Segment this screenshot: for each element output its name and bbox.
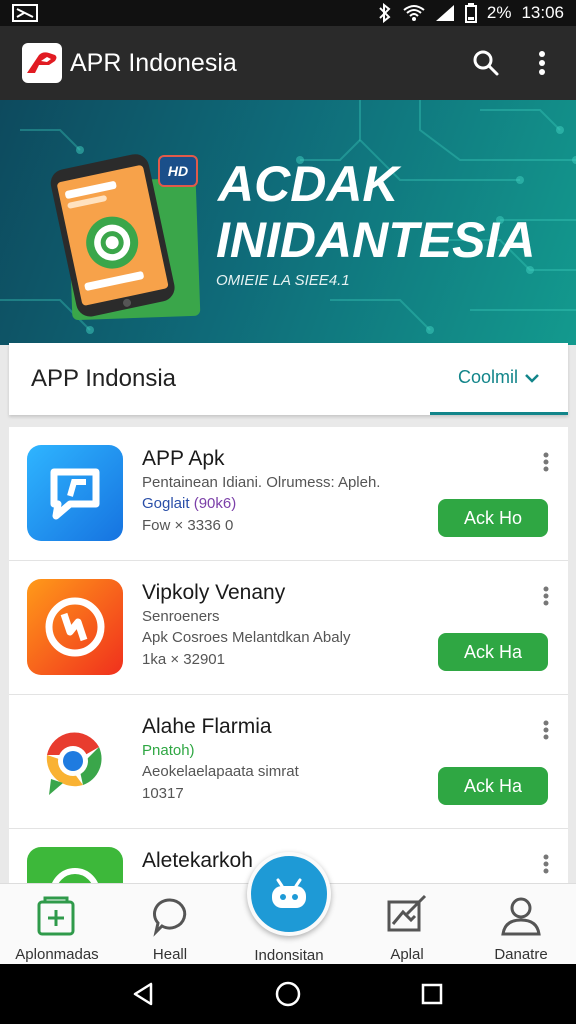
app-name: APP Apk [142, 447, 225, 470]
banner-title-line2: INIDANTESIA [216, 212, 536, 268]
app-bar: APR Indonesia [0, 26, 576, 100]
chat-bubble-logo-icon [52, 868, 98, 883]
item-menu-button[interactable] [536, 717, 556, 743]
system-navigation-bar [0, 964, 576, 1024]
nav-label: Heall [152, 946, 188, 963]
section-header: APP Indonsia Coolmil [9, 343, 568, 415]
screenshot-notification-icon [12, 4, 38, 22]
app-description: Pentainean Idiani. Olrumess: Apleh. [142, 474, 381, 491]
wifi-icon [403, 5, 425, 21]
item-menu-button[interactable] [536, 851, 556, 877]
app-list: APP Apk Pentainean Idiani. Olrumess: Apl… [9, 427, 568, 883]
nav-label-center: Indonsitan [254, 947, 324, 964]
bluetooth-icon [379, 3, 391, 23]
recents-button[interactable] [416, 978, 448, 1010]
app-name: Alahe Flarmia [142, 715, 272, 738]
more-vert-icon [543, 854, 549, 874]
banner-title: ACDAK INIDANTESIA [216, 156, 536, 268]
app-description: Aeokelaelapaata simrat [142, 763, 299, 780]
app-name: Vipkoly Venany [142, 581, 286, 604]
banner-title-line1: ACDAK [218, 156, 399, 212]
install-button[interactable]: Ack Ha [438, 767, 548, 805]
nav-item-edit[interactable]: Aplal [352, 884, 462, 965]
add-app-icon [35, 894, 79, 938]
nav-item-profile[interactable]: Danatre [466, 884, 576, 965]
search-button[interactable] [468, 45, 504, 81]
status-right: 2% 13:06 [377, 3, 564, 23]
battery-percent: 2% [486, 3, 512, 22]
signal-icon [435, 5, 454, 21]
banner-subtitle: OMIEIE LA SIEE4.1 [216, 272, 350, 289]
app-icon-alahe [27, 713, 123, 809]
nav-label: Aplal [390, 946, 424, 963]
hd-badge: HD [158, 155, 198, 187]
app-developer: Goglait (90k6) [142, 495, 236, 512]
promo-banner[interactable]: HD ACDAK INIDANTESIA OMIEIE LA SIEE4.1 [0, 100, 576, 345]
app-developer-extra: (90k6) [193, 495, 237, 512]
install-button[interactable]: Ack Ha [438, 633, 548, 671]
back-triangle-icon [133, 982, 153, 1006]
more-vert-icon [543, 586, 549, 606]
clock: 13:06 [521, 3, 564, 22]
app-description: Apk Cosroes Melantdkan Abaly [142, 629, 351, 646]
nav-label: Danatre [494, 946, 548, 963]
image-edit-icon [385, 894, 429, 938]
app-icon-aletekarkoh [27, 847, 123, 883]
more-vert-icon [543, 720, 549, 740]
apr-logo-icon [27, 52, 57, 73]
status-left [12, 4, 38, 22]
list-item[interactable]: APP Apk Pentainean Idiani. Olrumess: Apl… [9, 427, 568, 561]
chat-bubble-icon [148, 894, 192, 938]
section-link-label: Coolmil [457, 367, 518, 387]
app-name: Aletekarkoh [142, 849, 253, 872]
chevron-down-icon [525, 373, 539, 383]
nav-item-apps[interactable]: Aplonmadas [2, 884, 112, 965]
app-title: APR Indonesia [70, 48, 237, 77]
app-developer: Pnatoh) [142, 742, 195, 759]
map-pin-logo-icon [46, 732, 102, 795]
install-button[interactable]: Ack Ho [438, 499, 548, 537]
nav-item-chat[interactable]: Heall [115, 884, 225, 965]
bolt-logo-icon [45, 597, 105, 657]
list-item[interactable]: Alahe Flarmia Pnatoh) Aeokelaelapaata si… [9, 695, 568, 829]
recents-square-icon [421, 983, 443, 1005]
item-menu-button[interactable] [536, 583, 556, 609]
app-developer-name: Goglait [142, 495, 190, 512]
app-stats: Fow × 3336 0 [142, 517, 234, 534]
chat-logo-icon [50, 468, 100, 520]
nav-label: Aplonmadas [15, 946, 99, 963]
app-logo [22, 43, 62, 83]
app-actions [468, 45, 560, 81]
center-fab-button[interactable] [247, 852, 331, 936]
list-item[interactable]: Vipkoly Venany Senroeners Apk Cosroes Me… [9, 561, 568, 695]
more-vert-icon [539, 51, 545, 75]
app-stats: 10317 [142, 785, 184, 802]
more-vert-icon [543, 452, 549, 472]
section-more-link[interactable]: Coolmil [430, 343, 568, 415]
section-title: APP Indonsia [31, 365, 176, 392]
more-options-button[interactable] [524, 45, 560, 81]
app-stats: 1ka × 32901 [142, 651, 225, 668]
back-button[interactable] [128, 978, 160, 1010]
app-developer: Senroeners [142, 608, 220, 625]
search-icon [473, 50, 499, 76]
robot-icon [272, 878, 306, 908]
app-icon-vipkoly [27, 579, 123, 675]
person-icon [499, 894, 543, 938]
status-bar: 2% 13:06 [0, 0, 576, 26]
home-button[interactable] [272, 978, 304, 1010]
home-circle-icon [275, 981, 301, 1007]
item-menu-button[interactable] [536, 449, 556, 475]
battery-icon [464, 3, 477, 23]
app-icon-app-apk [27, 445, 123, 541]
